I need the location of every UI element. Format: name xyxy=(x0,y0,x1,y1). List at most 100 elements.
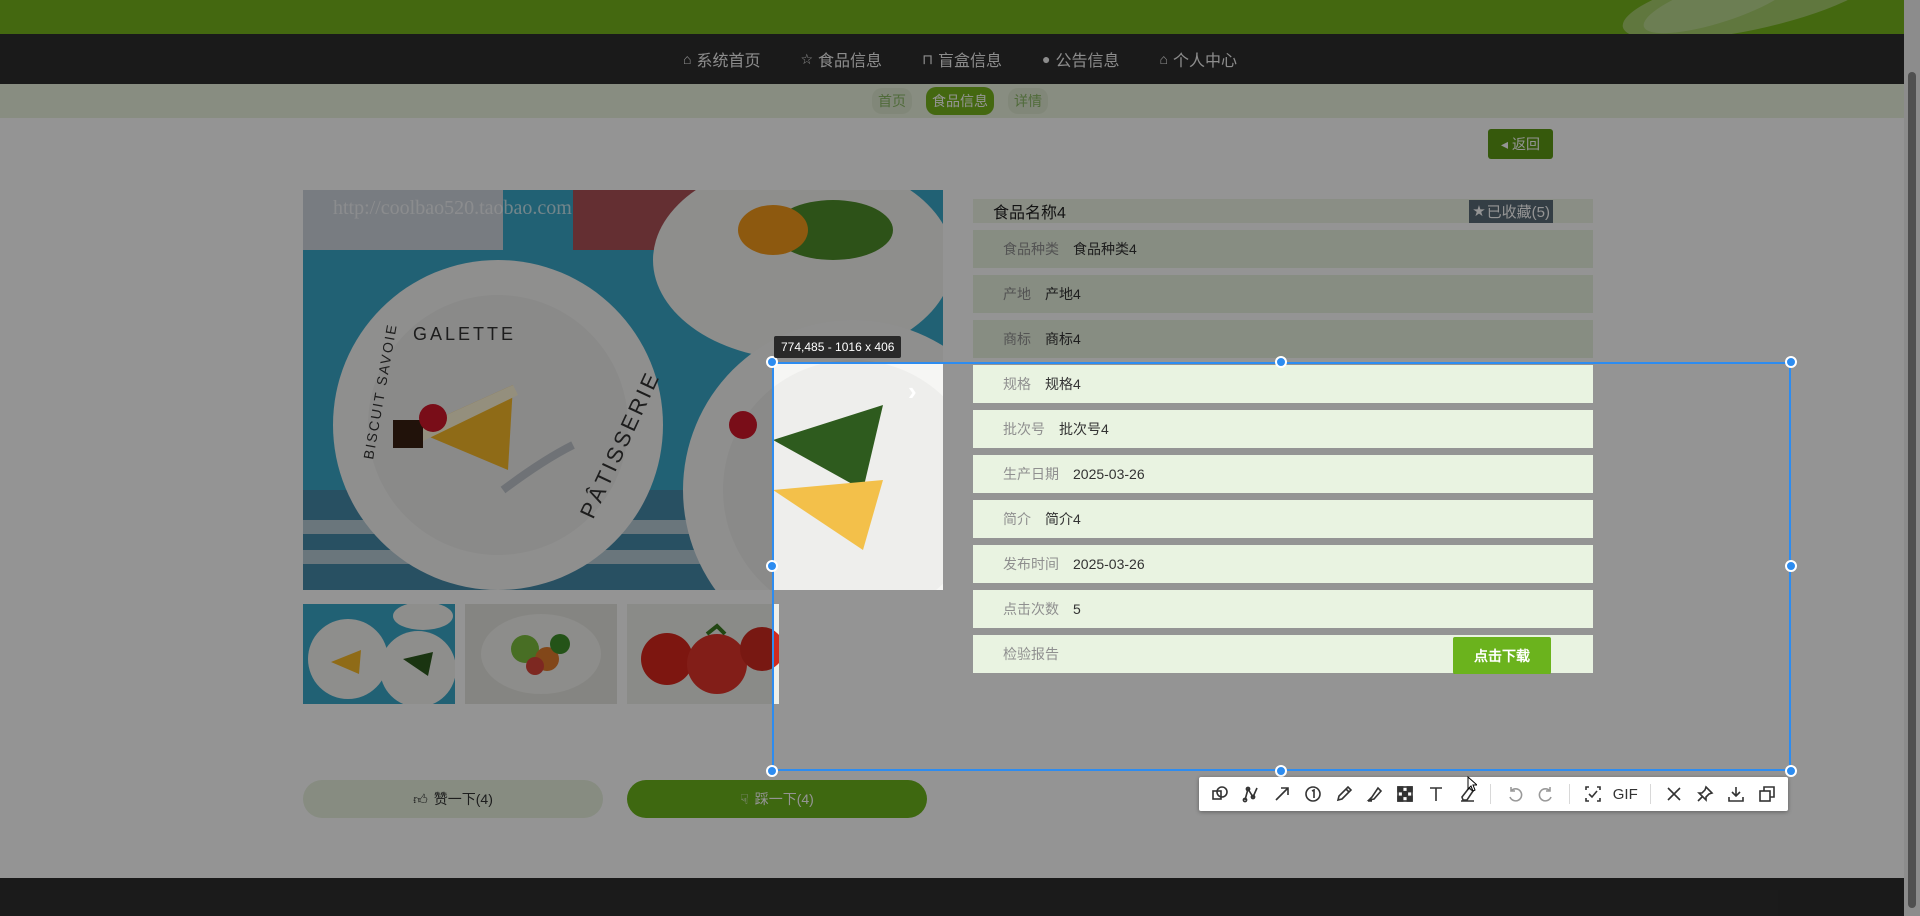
product-image: GALETTE PÂTISSERIE BISCUIT SAVOIE http:/… xyxy=(772,362,943,590)
toolbar-divider xyxy=(1490,784,1492,804)
redo-icon[interactable] xyxy=(1530,779,1561,809)
close-icon[interactable] xyxy=(1659,779,1690,809)
capture-toolbar: GIF xyxy=(1199,777,1788,811)
nav-item-personal-center[interactable]: ⌂ 个人中心 xyxy=(1160,47,1237,71)
mosaic-tool-icon[interactable] xyxy=(1390,779,1421,809)
resize-handle-se[interactable] xyxy=(1785,765,1797,777)
dislike-label: 踩一下(4) xyxy=(754,791,814,807)
home-icon: ⌂ xyxy=(1159,51,1168,67)
field-row: 批次号批次号4 xyxy=(973,410,1593,448)
field-label: 规格 xyxy=(1003,376,1031,392)
main-navbar: ⌂ 系统首页 ☆ 食品信息 ⊓ 盲盒信息 ● 公告信息 ⌂ 个人中心 xyxy=(0,34,1920,84)
back-button[interactable]: ◂ 返回 xyxy=(1488,129,1553,159)
pencil-tool-icon[interactable] xyxy=(1328,779,1359,809)
resize-handle-n[interactable] xyxy=(1275,356,1287,368)
favorite-label: 已收藏(5) xyxy=(1486,203,1550,221)
field-value: 2025-03-26 xyxy=(1073,466,1145,482)
field-label: 生产日期 xyxy=(1003,466,1059,482)
field-label: 商标 xyxy=(1003,331,1031,347)
polyline-tool-icon[interactable] xyxy=(1236,779,1267,809)
text-tool-icon[interactable] xyxy=(1421,779,1452,809)
resize-handle-s[interactable] xyxy=(1275,765,1287,777)
field-value: 2025-03-26 xyxy=(1073,556,1145,572)
resize-handle-sw[interactable] xyxy=(766,765,778,777)
thumbnail[interactable] xyxy=(627,604,779,704)
bag-icon: ⊓ xyxy=(922,50,933,67)
field-row: 食品种类 食品种类4 xyxy=(973,230,1593,268)
field-value: 食品种类4 xyxy=(1073,241,1137,257)
thumbnail-strip xyxy=(772,604,779,704)
caret-left-icon: ◂ xyxy=(1500,135,1509,152)
product-title-bar: 食品名称4 ★ 已收藏(5) xyxy=(973,199,1593,223)
shape-tool-icon[interactable] xyxy=(1205,779,1236,809)
nav-label: 公告信息 xyxy=(1055,53,1120,70)
nav-label: 盲盒信息 xyxy=(938,53,1003,70)
breadcrumb-food-info[interactable]: 食品信息 xyxy=(926,87,994,115)
ocr-scan-icon[interactable] xyxy=(1578,779,1609,809)
star-icon: ★ xyxy=(1472,203,1486,220)
field-label: 简介 xyxy=(1003,511,1031,527)
highlighter-tool-icon[interactable] xyxy=(1359,779,1390,809)
thumbnail xyxy=(772,604,779,704)
product-title: 食品名称4 xyxy=(993,205,1066,222)
thumbnail[interactable] xyxy=(465,604,617,704)
arrow-tool-icon[interactable] xyxy=(1267,779,1298,809)
number-marker-tool-icon[interactable] xyxy=(1297,779,1328,809)
next-arrow-icon: › xyxy=(908,376,917,406)
page-scrollbar[interactable] xyxy=(1904,0,1920,916)
field-row: 简介简介4 xyxy=(973,500,1593,538)
breadcrumb: 首页 食品信息 详情 xyxy=(0,84,1920,118)
toolbar-divider xyxy=(1569,784,1571,804)
resize-handle-w[interactable] xyxy=(766,560,778,572)
pin-icon[interactable] xyxy=(1689,779,1720,809)
nav-item-food-info[interactable]: ☆ 食品信息 xyxy=(800,47,882,71)
nav-item-blind-box[interactable]: ⊓ 盲盒信息 xyxy=(922,47,1002,71)
nav-item-announcements[interactable]: ● 公告信息 xyxy=(1042,47,1119,71)
nav-label: 系统首页 xyxy=(696,53,761,70)
field-label: 食品种类 xyxy=(1003,241,1059,257)
product-image-carousel: GALETTE PÂTISSERIE BISCUIT SAVOIE http:/… xyxy=(772,362,943,590)
field-label: 产地 xyxy=(1003,286,1031,302)
nav-item-home[interactable]: ⌂ 系统首页 xyxy=(683,47,760,71)
resize-handle-e[interactable] xyxy=(1785,560,1797,572)
nav-label: 个人中心 xyxy=(1172,53,1237,70)
capture-selection[interactable]: ⌂ 系统首页 ☆ 食品信息 ⊓ 盲盒信息 ● 公告信息 ⌂ 个人中心 首页 食品… xyxy=(772,362,1791,771)
breadcrumb-detail: 详情 xyxy=(1008,88,1048,114)
like-label: 赞一下(4) xyxy=(433,791,493,807)
field-row: 发布时间 2025-03-26 xyxy=(973,545,1593,583)
field-label: 点击次数 xyxy=(1003,601,1059,617)
field-row: 生产日期 2025-03-26 xyxy=(973,455,1593,493)
top-banner xyxy=(0,0,1920,34)
plate-text: GALETTE xyxy=(413,324,516,344)
selection-size-readout: 774,485 - 1016 x 406 xyxy=(774,336,902,358)
breadcrumb-home[interactable]: 首页 xyxy=(872,88,912,114)
field-label: 批次号 xyxy=(1003,421,1045,437)
favorite-button[interactable]: ★ 已收藏(5) xyxy=(1469,199,1553,223)
field-value: 批次号4 xyxy=(1059,421,1109,437)
thumbnail[interactable] xyxy=(303,604,455,704)
field-value: 简介4 xyxy=(1045,511,1081,527)
image-watermark: http://coolbao520.taobao.com xyxy=(333,197,572,219)
star-icon: ☆ xyxy=(800,50,814,67)
dislike-button[interactable]: ☟ 踩一下(4) xyxy=(627,780,927,818)
field-row: 商标 商标4 xyxy=(973,320,1593,358)
field-label: 发布时间 xyxy=(1003,556,1059,572)
field-value: 产地4 xyxy=(1045,286,1081,302)
footer xyxy=(0,878,1920,916)
like-button[interactable]: 👍︎ 赞一下(4) xyxy=(303,780,603,818)
nav-label: 食品信息 xyxy=(818,53,883,70)
toolbar-divider xyxy=(1649,784,1651,804)
gif-record-button[interactable]: GIF xyxy=(1609,779,1642,809)
home-icon: ⌂ xyxy=(683,51,692,67)
field-row: 点击次数 5 xyxy=(973,590,1593,628)
resize-handle-ne[interactable] xyxy=(1785,356,1797,368)
thumbs-down-icon: ☟ xyxy=(740,790,749,807)
thumbs-up-icon: 👍︎ xyxy=(413,790,428,807)
field-row: 产地 产地4 xyxy=(973,275,1593,313)
report-row: 检验报告 点击下载 xyxy=(973,635,1593,674)
scrollbar-thumb[interactable] xyxy=(1908,72,1916,908)
undo-icon[interactable] xyxy=(1499,779,1530,809)
copy-icon[interactable] xyxy=(1751,779,1782,809)
download-icon[interactable] xyxy=(1720,779,1751,809)
download-report-button: 点击下载 xyxy=(1453,637,1551,674)
